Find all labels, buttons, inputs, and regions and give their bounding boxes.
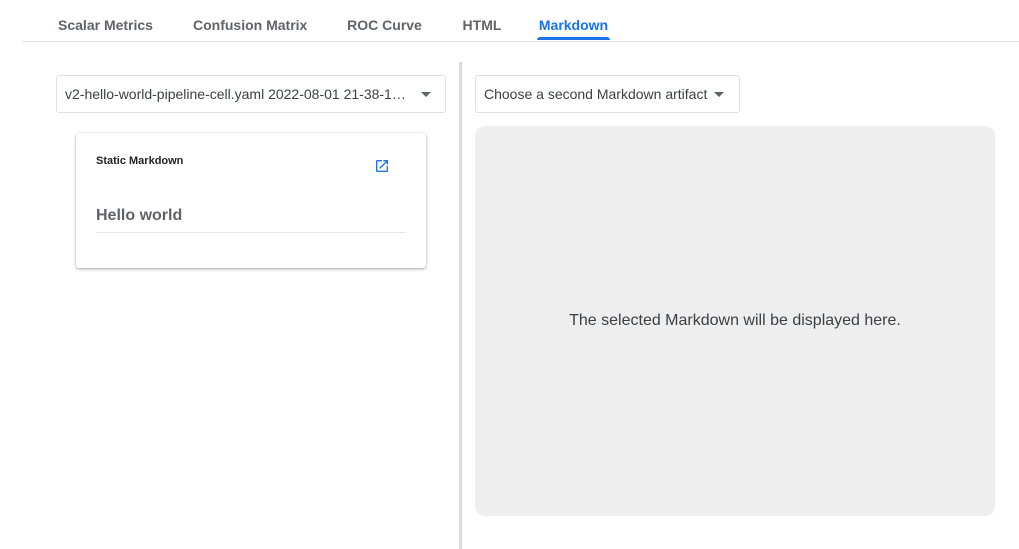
second-artifact-select[interactable]: Choose a second Markdown artifact — [475, 75, 740, 113]
tab-roc-curve[interactable]: ROC Curve — [347, 0, 422, 41]
markdown-card: Static Markdown Hello world — [76, 133, 426, 268]
chevron-down-icon — [714, 92, 724, 97]
placeholder-message: The selected Markdown will be displayed … — [569, 312, 901, 329]
markdown-heading: Hello world — [96, 207, 406, 233]
tab-bar: Scalar Metrics Confusion Matrix ROC Curv… — [23, 0, 1019, 42]
open-in-new-icon[interactable] — [374, 158, 390, 174]
markdown-display-panel: The selected Markdown will be displayed … — [475, 126, 995, 516]
tab-html[interactable]: HTML — [462, 0, 502, 41]
card-title: Static Markdown — [96, 155, 184, 167]
active-tab-indicator — [537, 37, 610, 40]
second-artifact-select-placeholder: Choose a second Markdown artifact — [484, 86, 708, 102]
panel-divider[interactable] — [459, 62, 462, 549]
tab-scalar-metrics[interactable]: Scalar Metrics — [58, 0, 153, 41]
first-artifact-select-value: v2-hello-world-pipeline-cell.yaml 2022-0… — [65, 86, 406, 102]
first-artifact-select[interactable]: v2-hello-world-pipeline-cell.yaml 2022-0… — [56, 75, 446, 113]
tab-confusion-matrix[interactable]: Confusion Matrix — [193, 0, 307, 41]
chevron-down-icon — [421, 92, 431, 97]
tab-markdown[interactable]: Markdown — [537, 0, 610, 41]
